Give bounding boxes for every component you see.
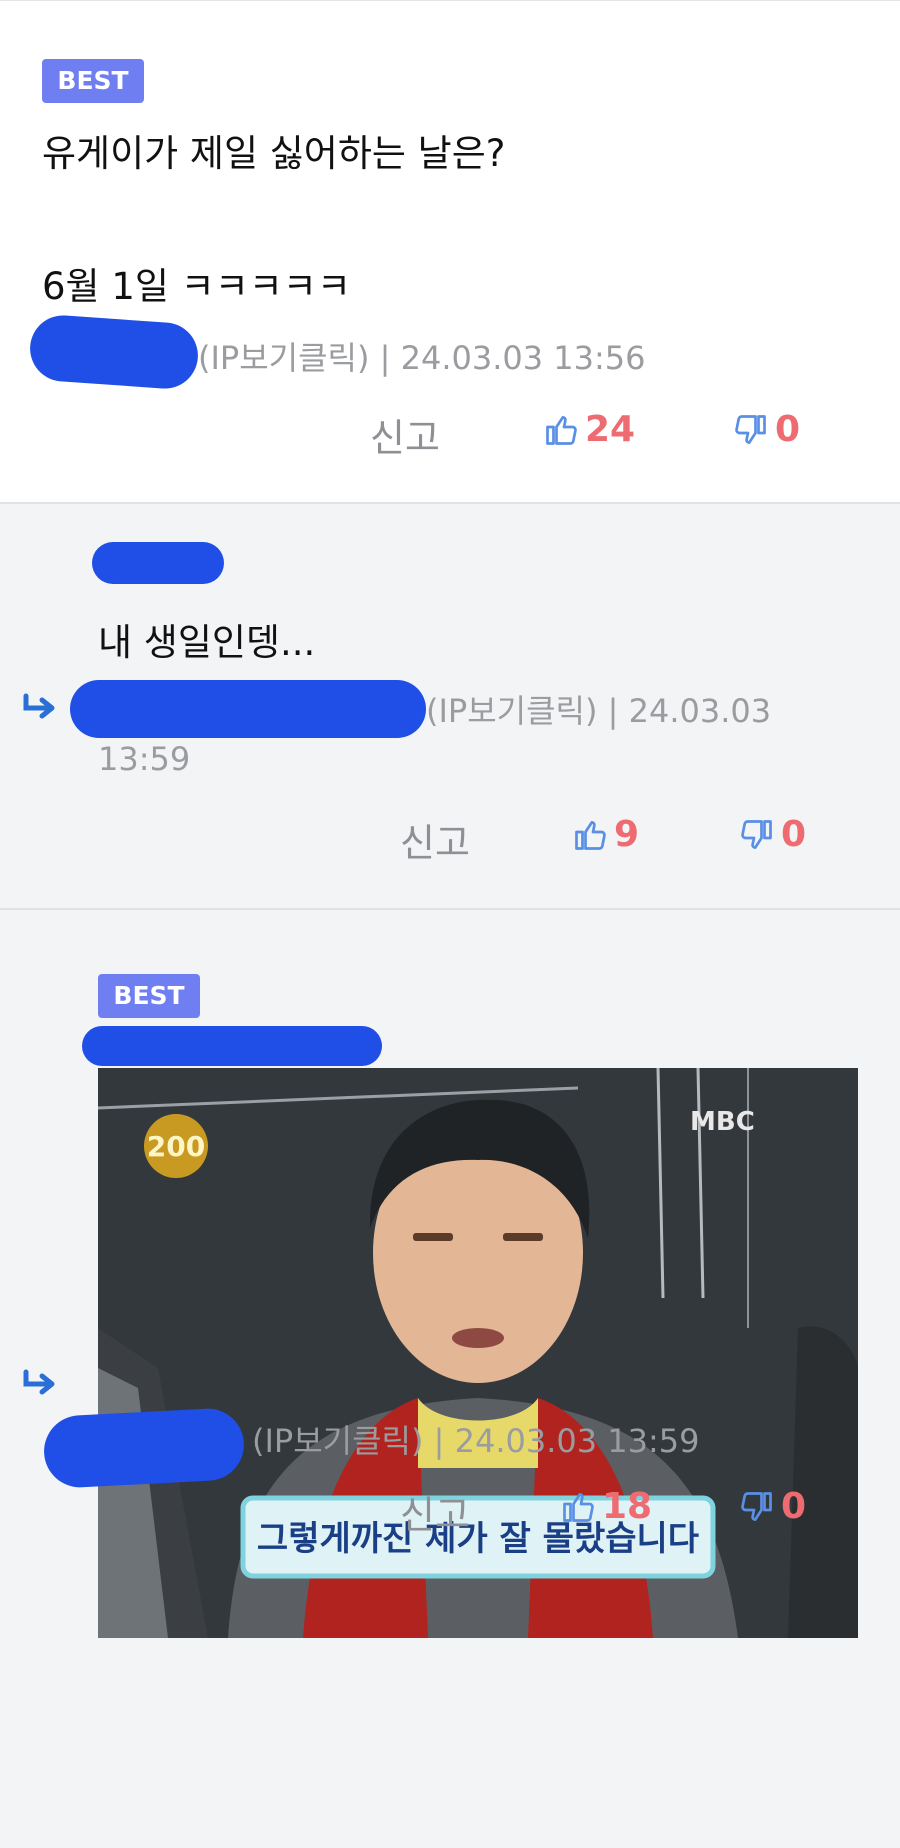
comment-date: 24.03.03 13:59	[454, 1422, 700, 1460]
dislike-count: 0	[781, 814, 807, 855]
redacted-username	[27, 313, 201, 391]
dislike-button[interactable]: 0	[733, 409, 800, 450]
comment-1: BEST 유게이가 제일 싫어하는 날은? 6월 1일 ㅋㅋㅋㅋㅋ (IP보기클…	[0, 0, 900, 504]
comment-meta: (IP보기클릭) | 24.03.03	[426, 692, 772, 730]
comment-date: 24.03.03	[628, 692, 772, 730]
like-button[interactable]: 24	[543, 409, 635, 450]
comment-text-line1: 유게이가 제일 싫어하는 날은?	[42, 132, 506, 175]
comment-text: 내 생일인뎅...	[98, 621, 316, 664]
report-button[interactable]: 신고	[400, 1484, 470, 1539]
thumbs-up-icon	[563, 1492, 594, 1522]
comment-2-reply: 내 생일인뎅... (IP보기클릭) | 24.03.03 13:59 신고 9…	[0, 504, 900, 910]
dislike-button[interactable]: 0	[739, 1486, 806, 1527]
comment-date: 24.03.03 13:56	[400, 339, 646, 377]
dislike-count: 0	[781, 1486, 807, 1527]
svg-text:200: 200	[147, 1130, 205, 1163]
dislike-count: 0	[775, 409, 801, 450]
comment-3-reply: BEST 200 MBC 그렇게까진 제가 잘 몰랐습니다 (IP보기클릭) |…	[0, 910, 900, 1848]
thumbs-down-icon	[741, 819, 772, 849]
thumbs-down-icon	[735, 414, 766, 444]
best-badge: BEST	[98, 974, 200, 1018]
best-badge: BEST	[42, 59, 144, 103]
ip-view-link[interactable]: (IP보기클릭)	[198, 339, 369, 377]
channel-logo: MBC	[690, 1107, 755, 1137]
redacted-username-meta	[42, 1406, 246, 1490]
redacted-username	[92, 542, 224, 584]
comment-meta: (IP보기클릭) | 24.03.03 13:56	[198, 339, 646, 377]
reply-arrow-icon	[23, 1369, 55, 1395]
like-count: 18	[602, 1486, 653, 1527]
ip-view-link[interactable]: (IP보기클릭)	[426, 692, 597, 730]
attached-image[interactable]: 200 MBC 그렇게까진 제가 잘 몰랐습니다	[98, 1068, 858, 1638]
redacted-username	[82, 1026, 382, 1066]
like-button[interactable]: 9	[572, 814, 639, 855]
thumbs-down-icon	[741, 1491, 772, 1521]
ip-view-link[interactable]: (IP보기클릭)	[252, 1422, 423, 1460]
report-button[interactable]: 신고	[400, 812, 470, 867]
comment-meta: (IP보기클릭) | 24.03.03 13:59	[252, 1422, 700, 1460]
dislike-button[interactable]: 0	[739, 814, 806, 855]
tv-still-illustration: 200 MBC 그렇게까진 제가 잘 몰랐습니다	[98, 1068, 858, 1638]
reply-arrow-icon	[23, 693, 55, 719]
thumbs-up-icon	[575, 820, 606, 850]
show-logo: 200	[144, 1114, 208, 1178]
like-count: 24	[585, 409, 636, 450]
comment-time: 13:59	[98, 740, 191, 778]
report-button[interactable]: 신고	[370, 407, 440, 462]
thumbs-up-icon	[546, 415, 577, 445]
like-count: 9	[614, 814, 640, 855]
redacted-username-meta	[70, 680, 426, 738]
comment-text-line2: 6월 1일 ㅋㅋㅋㅋㅋ	[42, 265, 351, 308]
like-button[interactable]: 18	[560, 1486, 652, 1527]
